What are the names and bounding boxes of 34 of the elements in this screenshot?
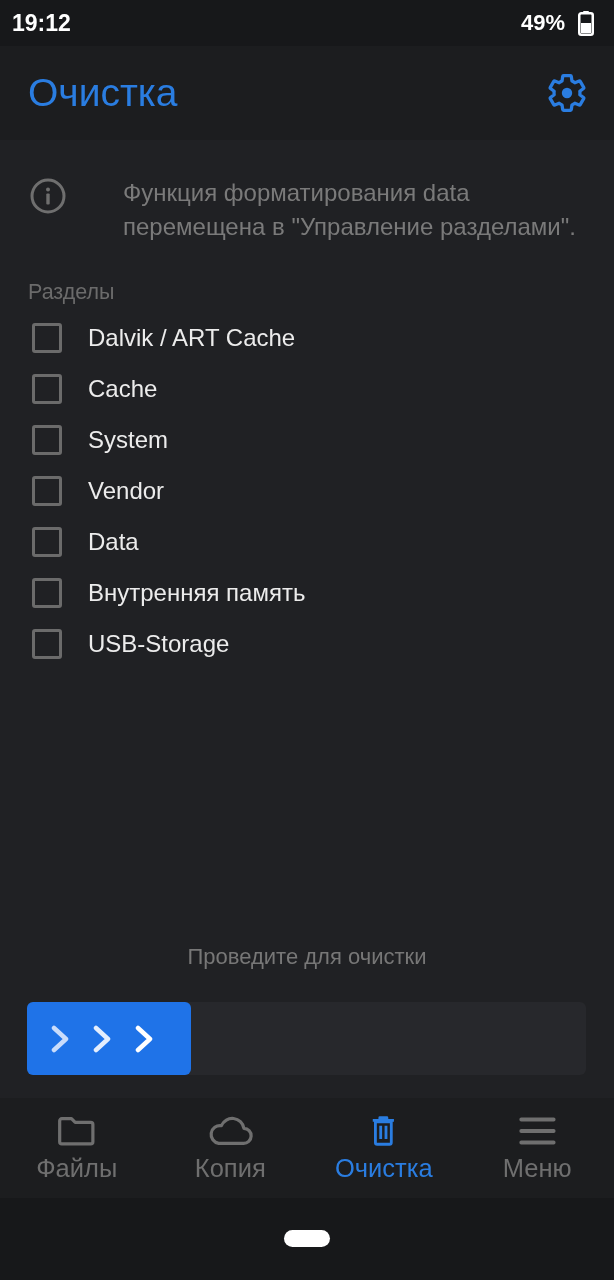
section-heading: Разделы bbox=[28, 280, 116, 304]
checkbox[interactable] bbox=[32, 322, 62, 353]
chevron-right-icon bbox=[135, 1024, 153, 1053]
partition-label[interactable]: Vendor bbox=[88, 476, 165, 505]
checkbox[interactable] bbox=[32, 577, 62, 608]
checkbox[interactable] bbox=[32, 424, 62, 455]
checkbox[interactable] bbox=[32, 526, 62, 557]
partition-label[interactable]: Внутренняя память bbox=[88, 578, 306, 607]
chevron-right-icon bbox=[93, 1024, 111, 1053]
partition-label[interactable]: USB-Storage bbox=[88, 629, 230, 658]
partition-label[interactable]: Data bbox=[88, 527, 139, 556]
battery-icon bbox=[578, 10, 594, 36]
checkbox[interactable] bbox=[32, 475, 62, 506]
folder-icon bbox=[57, 1116, 97, 1146]
menu-icon bbox=[518, 1116, 556, 1146]
battery-percent: 49% bbox=[520, 10, 565, 36]
partition-label[interactable]: Dalvik / ART Cache bbox=[88, 323, 296, 352]
info-message: Функция форматирования data перемещена в "Управление разделами". bbox=[123, 178, 577, 242]
partition-label[interactable]: Cache bbox=[88, 374, 158, 403]
swipe-hint: Проведите для очистки bbox=[186, 945, 428, 969]
info-icon bbox=[30, 178, 66, 214]
swipe-track[interactable] bbox=[27, 1002, 586, 1075]
status-time: 19:12 bbox=[12, 9, 71, 37]
settings-icon[interactable] bbox=[548, 74, 586, 112]
checkbox[interactable] bbox=[32, 628, 62, 659]
checkbox[interactable] bbox=[32, 373, 62, 404]
chevron-right-icon bbox=[51, 1024, 69, 1053]
nav-tab[interactable]: Очистка bbox=[307, 1098, 461, 1198]
trash-icon bbox=[371, 1116, 397, 1146]
partition-label[interactable]: System bbox=[88, 425, 168, 454]
cloud-icon bbox=[207, 1116, 253, 1146]
swipe-handle[interactable] bbox=[27, 1002, 191, 1075]
home-indicator[interactable] bbox=[284, 1230, 330, 1247]
page-title: Очистка bbox=[28, 71, 178, 115]
